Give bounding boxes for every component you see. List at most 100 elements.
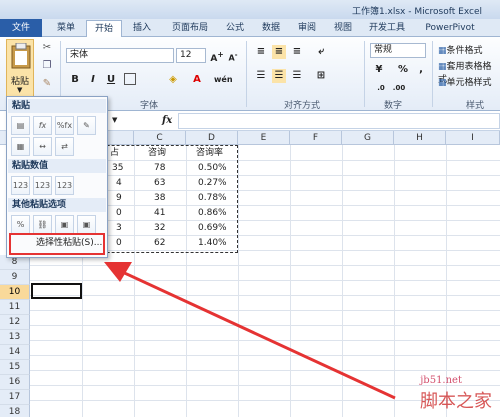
phonetic-icon[interactable]: wén bbox=[214, 73, 233, 87]
grow-font-icon[interactable]: A+ bbox=[210, 48, 224, 64]
group-styles-label: 样式 bbox=[466, 101, 485, 111]
column-header-h[interactable]: H bbox=[394, 131, 446, 145]
align-center-icon[interactable]: ☰ bbox=[272, 69, 286, 83]
cond-format-icon: ▦ bbox=[438, 46, 447, 56]
paste-keep-source-format-icon[interactable]: ✎ bbox=[77, 116, 96, 135]
row-header[interactable]: 14 bbox=[0, 345, 30, 360]
gridline bbox=[30, 340, 500, 341]
cell-styles-icon: ▦ bbox=[438, 78, 447, 88]
cond-format-button[interactable]: ▦条件格式 bbox=[438, 43, 483, 56]
decrease-decimal-icon[interactable]: .00 bbox=[392, 81, 406, 95]
format-painter-icon[interactable]: ✎ bbox=[40, 77, 54, 91]
cell-styles-button[interactable]: ▦单元格样式 bbox=[438, 75, 492, 88]
font-size-combo[interactable]: 12 bbox=[176, 48, 206, 63]
gridline bbox=[30, 295, 500, 296]
row-header[interactable]: 13 bbox=[0, 330, 30, 345]
row-header[interactable]: 18 bbox=[0, 405, 30, 417]
align-right-icon[interactable]: ☰ bbox=[290, 69, 304, 83]
underline-button[interactable]: U bbox=[104, 73, 118, 87]
row-header[interactable]: 15 bbox=[0, 360, 30, 375]
group-font-label: 字体 bbox=[140, 101, 159, 111]
tab-page-layout[interactable]: 页面布局 bbox=[164, 20, 216, 37]
paste-keep-column-width-icon[interactable]: ↔ bbox=[33, 137, 52, 156]
tab-formulas[interactable]: 公式 bbox=[220, 20, 250, 37]
gridline bbox=[238, 145, 239, 417]
row-header-active[interactable]: 10 bbox=[0, 285, 30, 300]
paste-section-header: 粘贴 bbox=[8, 99, 106, 113]
tab-developer[interactable]: 开发工具 bbox=[364, 20, 410, 37]
paste-values-icon[interactable]: 123 bbox=[11, 176, 30, 195]
align-left-icon[interactable]: ☰ bbox=[254, 69, 268, 83]
font-name-combo[interactable]: 宋体 bbox=[66, 48, 174, 63]
column-header-i[interactable]: I bbox=[446, 131, 500, 145]
tab-file[interactable]: 文件 bbox=[0, 19, 42, 37]
gridline bbox=[30, 265, 500, 266]
title-bar: 工作簿1.xlsx - Microsoft Excel bbox=[0, 0, 500, 19]
paste-button[interactable]: 粘贴 ▼ bbox=[6, 39, 34, 97]
fill-color-icon[interactable]: ◈ bbox=[166, 73, 180, 87]
paste-values-source-format-icon[interactable]: 123 bbox=[55, 176, 74, 195]
column-header-c[interactable]: C bbox=[134, 131, 186, 145]
tab-data[interactable]: 数据 bbox=[256, 20, 286, 37]
paste-link-icon[interactable]: ⛓ bbox=[33, 215, 52, 234]
row-header[interactable]: 9 bbox=[0, 270, 30, 285]
shrink-font-icon[interactable]: A- bbox=[226, 48, 240, 63]
paste-linked-picture-icon[interactable]: ▣ bbox=[77, 215, 96, 234]
tab-menu[interactable]: 菜单 bbox=[50, 20, 82, 37]
column-header-e[interactable]: E bbox=[238, 131, 290, 145]
cut-icon[interactable]: ✂ bbox=[40, 41, 54, 55]
group-align-label: 对齐方式 bbox=[284, 101, 321, 111]
tab-view[interactable]: 视图 bbox=[328, 20, 358, 37]
merge-center-icon[interactable]: ⊞ bbox=[314, 69, 328, 83]
paste-values-number-format-icon[interactable]: 123 bbox=[33, 176, 52, 195]
number-format-combo[interactable]: 常规 bbox=[370, 43, 426, 58]
paste-icon[interactable]: ▤ bbox=[11, 116, 30, 135]
currency-icon[interactable]: ¥ bbox=[372, 63, 386, 77]
tab-powerpivot[interactable]: PowerPivot bbox=[420, 20, 480, 37]
row-header[interactable]: 11 bbox=[0, 300, 30, 315]
paste-formulas-icon[interactable]: fx bbox=[33, 116, 52, 135]
row-header[interactable]: 16 bbox=[0, 375, 30, 390]
ribbon-tabs: 文件 菜单 开始 插入 页面布局 公式 数据 审阅 视图 开发工具 PowerP… bbox=[0, 19, 500, 38]
watermark-site: jb51.net bbox=[420, 375, 462, 386]
formula-input[interactable] bbox=[178, 113, 500, 129]
row-header[interactable]: 12 bbox=[0, 315, 30, 330]
italic-button[interactable]: I bbox=[86, 73, 100, 87]
increase-decimal-icon[interactable]: .0 bbox=[374, 81, 388, 95]
gridline bbox=[30, 325, 500, 326]
paste-transpose-icon[interactable]: ⇄ bbox=[55, 137, 74, 156]
chevron-down-icon: ▼ bbox=[17, 86, 23, 94]
gridline bbox=[342, 145, 343, 417]
column-header-g[interactable]: G bbox=[342, 131, 394, 145]
align-middle-icon[interactable]: ≡ bbox=[272, 45, 286, 59]
active-cell[interactable] bbox=[31, 283, 82, 299]
paste-no-borders-icon[interactable]: ▦ bbox=[11, 137, 30, 156]
row-header[interactable]: 17 bbox=[0, 390, 30, 405]
bold-button[interactable]: B bbox=[68, 73, 82, 87]
gridline bbox=[394, 145, 395, 417]
border-icon[interactable] bbox=[124, 73, 136, 85]
align-bottom-icon[interactable]: ≡ bbox=[290, 45, 304, 59]
watermark-brand: 脚本之家 bbox=[420, 391, 492, 412]
align-top-icon[interactable]: ≡ bbox=[254, 45, 268, 59]
font-color-icon[interactable]: A bbox=[190, 73, 204, 87]
chevron-down-icon[interactable]: ▼ bbox=[112, 116, 117, 124]
comma-button[interactable]: , bbox=[414, 63, 428, 77]
tab-home[interactable]: 开始 bbox=[86, 20, 122, 38]
tab-review[interactable]: 审阅 bbox=[292, 20, 322, 37]
wrap-text-icon[interactable]: ⤶ bbox=[314, 45, 328, 59]
other-paste-options-header: 其他粘贴选项 bbox=[8, 198, 106, 212]
column-header-f[interactable]: F bbox=[290, 131, 342, 145]
column-header-d[interactable]: D bbox=[186, 131, 238, 145]
paste-formatting-icon[interactable]: % bbox=[11, 215, 30, 234]
gridline bbox=[290, 145, 291, 417]
insert-function-icon[interactable]: fx bbox=[162, 115, 172, 126]
window-title: 工作簿1.xlsx - Microsoft Excel bbox=[351, 7, 482, 17]
separator bbox=[432, 41, 433, 107]
tab-insert[interactable]: 插入 bbox=[126, 20, 158, 37]
percent-button[interactable]: % bbox=[396, 63, 410, 77]
paste-picture-icon[interactable]: ▣ bbox=[55, 215, 74, 234]
gridline bbox=[30, 310, 500, 311]
paste-formulas-number-format-icon[interactable]: %fx bbox=[55, 116, 74, 135]
copy-icon[interactable]: ❐ bbox=[40, 59, 54, 73]
